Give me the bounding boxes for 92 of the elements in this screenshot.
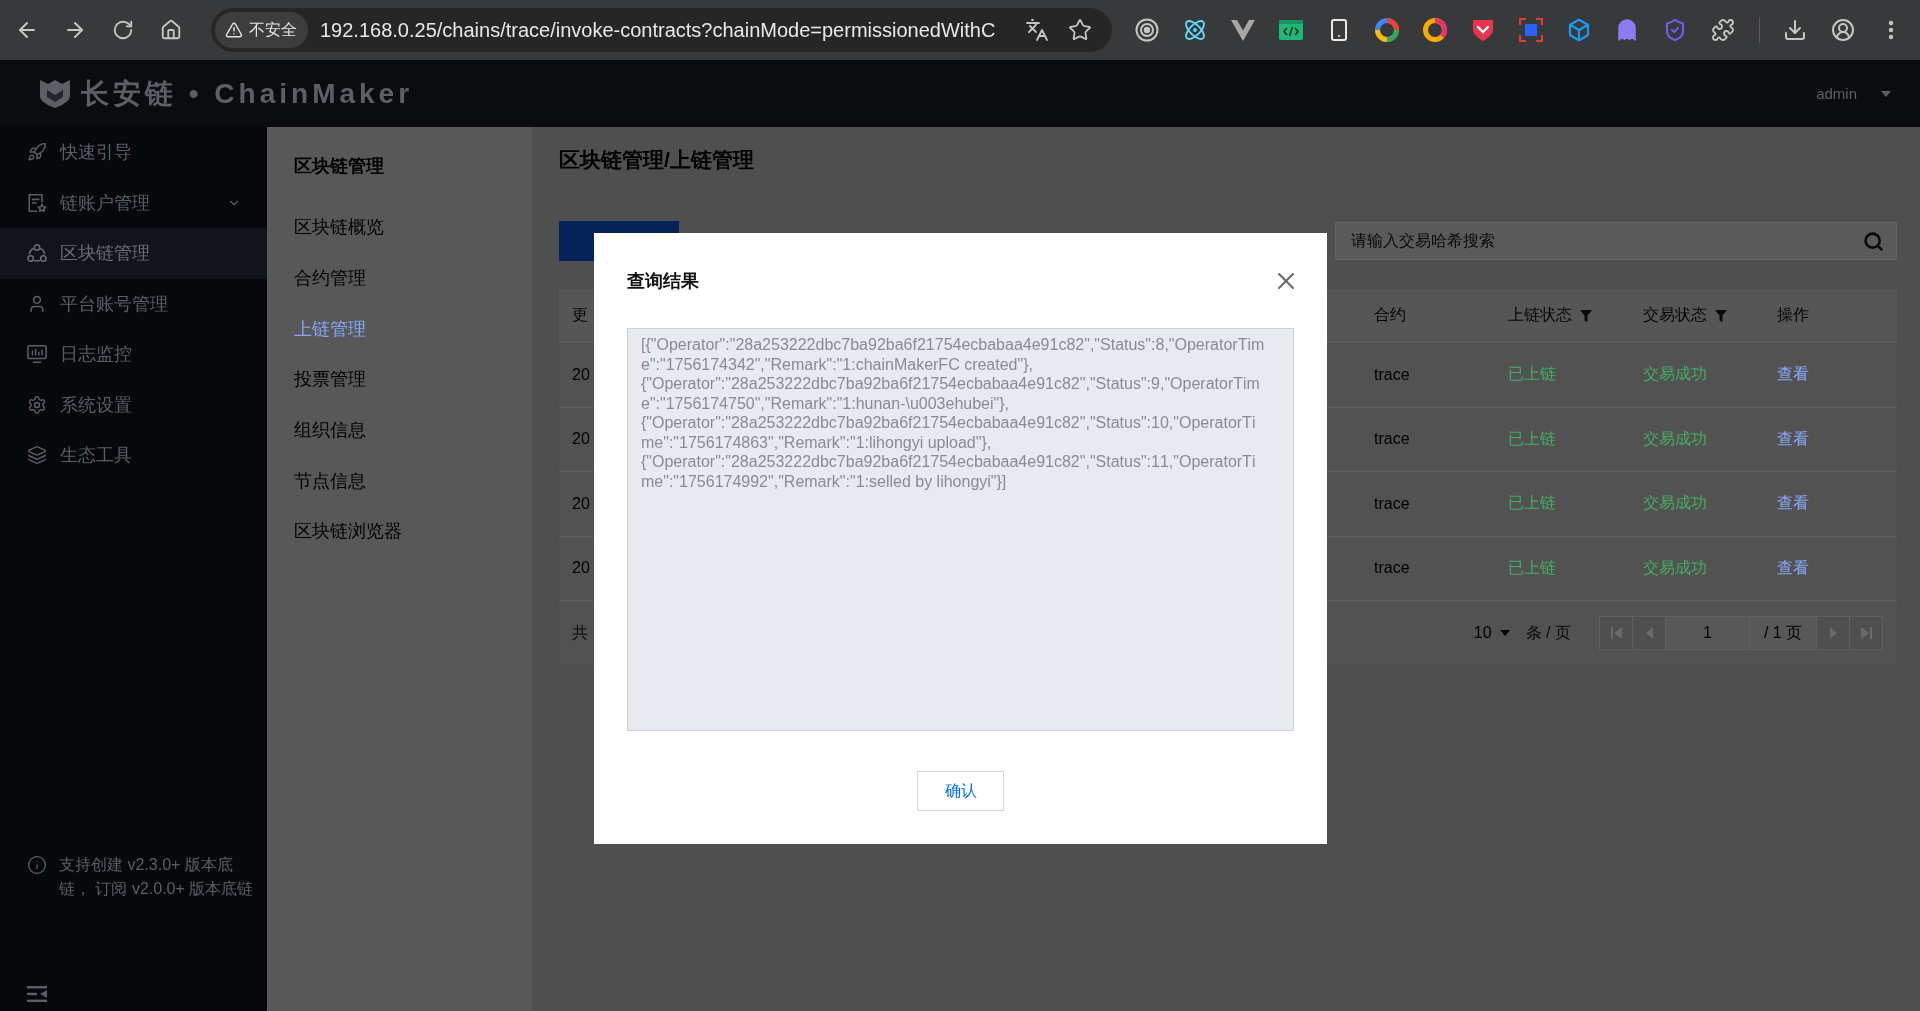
color-ring-icon[interactable] — [1375, 18, 1399, 42]
skip-start-icon — [1610, 627, 1622, 639]
home-icon[interactable] — [160, 19, 182, 41]
security-chip[interactable]: 不安全 — [215, 12, 308, 48]
status-text: 已上链 — [1508, 364, 1556, 385]
submenu-item[interactable]: 上链管理 — [294, 316, 366, 341]
view-link[interactable]: 查看 — [1777, 493, 1809, 515]
search-icon[interactable] — [1863, 230, 1884, 252]
sidebar-item[interactable]: 生态工具 — [0, 430, 267, 481]
info-icon — [27, 855, 47, 875]
table-text: 20 — [572, 430, 590, 449]
column-header: 上链状态 — [1508, 305, 1572, 325]
reload-icon[interactable] — [112, 19, 134, 41]
sidebar-item[interactable]: 区块链管理 — [0, 228, 267, 279]
user-icon — [27, 293, 47, 314]
status-text: 交易成功 — [1643, 364, 1707, 385]
ghost-icon[interactable] — [1615, 18, 1639, 42]
column-header: 合约 — [1374, 305, 1406, 325]
submenu-item[interactable]: 区块链概览 — [294, 215, 384, 240]
table-text: trace — [1374, 365, 1410, 384]
page-count: / 1 页 — [1749, 616, 1817, 650]
status-text: 交易成功 — [1643, 557, 1707, 578]
sidebar-item[interactable]: 平台账号管理 — [0, 278, 267, 329]
caret-icon — [1499, 630, 1510, 636]
dialog-title: 查询结果 — [627, 270, 699, 293]
submenu-item[interactable]: 合约管理 — [294, 266, 366, 291]
nodes-icon — [27, 243, 47, 264]
shield-icon[interactable] — [1472, 18, 1494, 42]
status-text: 已上链 — [1508, 493, 1556, 514]
sidebar-item[interactable]: 系统设置 — [0, 379, 267, 430]
column-header: 更 — [572, 305, 588, 325]
url-text[interactable]: 192.168.0.25/chains/trace/invoke-contracts?chainMode=permissionedWithC — [320, 18, 1006, 42]
table-text: trace — [1374, 430, 1410, 449]
code-window-icon[interactable] — [1279, 20, 1303, 40]
table-text: trace — [1374, 559, 1410, 578]
status-text: 已上链 — [1508, 428, 1556, 449]
logo-icon — [39, 78, 71, 109]
filter-icon[interactable] — [1580, 309, 1592, 322]
download-icon[interactable] — [1783, 18, 1807, 42]
star-icon[interactable] — [1068, 18, 1092, 42]
page-title: 区块链管理/上链管理 — [559, 147, 755, 173]
confirm-button[interactable]: 确认 — [917, 771, 1004, 811]
filter-icon[interactable] — [1715, 309, 1727, 322]
collapse-icon[interactable] — [27, 986, 47, 1002]
atom-icon[interactable] — [1183, 18, 1207, 42]
skip-end-icon — [1860, 627, 1872, 639]
monitor-chart-icon — [27, 344, 47, 365]
page-size-select[interactable]: 10 — [1473, 624, 1510, 642]
view-link[interactable]: 查看 — [1777, 557, 1809, 579]
file-star-icon — [27, 192, 47, 213]
version-note: 支持创建 v2.3.0+ 版本底链， 订阅 v2.0.0+ 版本底链 — [59, 855, 255, 899]
status-text: 交易成功 — [1643, 428, 1707, 449]
page-size-unit: 条 / 页 — [1525, 622, 1571, 643]
submenu-item[interactable]: 节点信息 — [294, 468, 366, 493]
search-field[interactable]: 请输入交易哈希搜索 — [1335, 222, 1897, 260]
layers-icon — [27, 445, 47, 466]
column-header: 操作 — [1777, 305, 1809, 325]
page-input[interactable]: 1 — [1665, 616, 1750, 650]
sidebar-item[interactable]: 链账户管理 — [0, 177, 267, 228]
sidebar-item[interactable]: 日志监控 — [0, 329, 267, 380]
settings-icon — [27, 394, 47, 415]
target-icon[interactable] — [1135, 18, 1159, 42]
view-link[interactable]: 查看 — [1777, 364, 1809, 386]
cube-icon[interactable] — [1567, 18, 1591, 42]
frame-icon[interactable] — [1519, 18, 1543, 42]
column-header: 交易状态 — [1643, 305, 1707, 325]
status-text: 已上链 — [1508, 557, 1556, 578]
puzzle-icon[interactable] — [1711, 18, 1735, 42]
logo-text: 长安链 • ChainMaker — [81, 76, 414, 111]
submenu-item[interactable]: 区块链浏览器 — [294, 519, 402, 544]
view-link[interactable]: 查看 — [1777, 428, 1809, 450]
user-menu[interactable]: admin — [1816, 85, 1891, 102]
submenu-item[interactable]: 投票管理 — [294, 367, 366, 392]
table-text: 20 — [572, 494, 590, 513]
sidebar-item[interactable]: 快速引导 — [0, 127, 267, 178]
table-text: trace — [1374, 494, 1410, 513]
profile-icon[interactable] — [1831, 18, 1855, 42]
table-text: 20 — [572, 365, 590, 384]
submenu-title: 区块链管理 — [294, 155, 385, 178]
caret-icon — [1881, 90, 1891, 97]
table-text: 20 — [572, 559, 590, 578]
rocket-icon — [27, 142, 47, 163]
caret-left-icon — [1645, 627, 1653, 639]
translate-icon[interactable] — [1025, 18, 1049, 42]
status-text: 交易成功 — [1643, 493, 1707, 514]
shield-check-icon[interactable] — [1663, 18, 1687, 42]
v-shape-icon[interactable] — [1231, 19, 1255, 41]
submenu-item[interactable]: 组织信息 — [294, 418, 366, 443]
caret-right-icon — [1829, 627, 1837, 639]
warning-icon — [225, 21, 243, 39]
total-text: 共 — [572, 622, 588, 643]
donut-icon[interactable] — [1423, 18, 1447, 42]
